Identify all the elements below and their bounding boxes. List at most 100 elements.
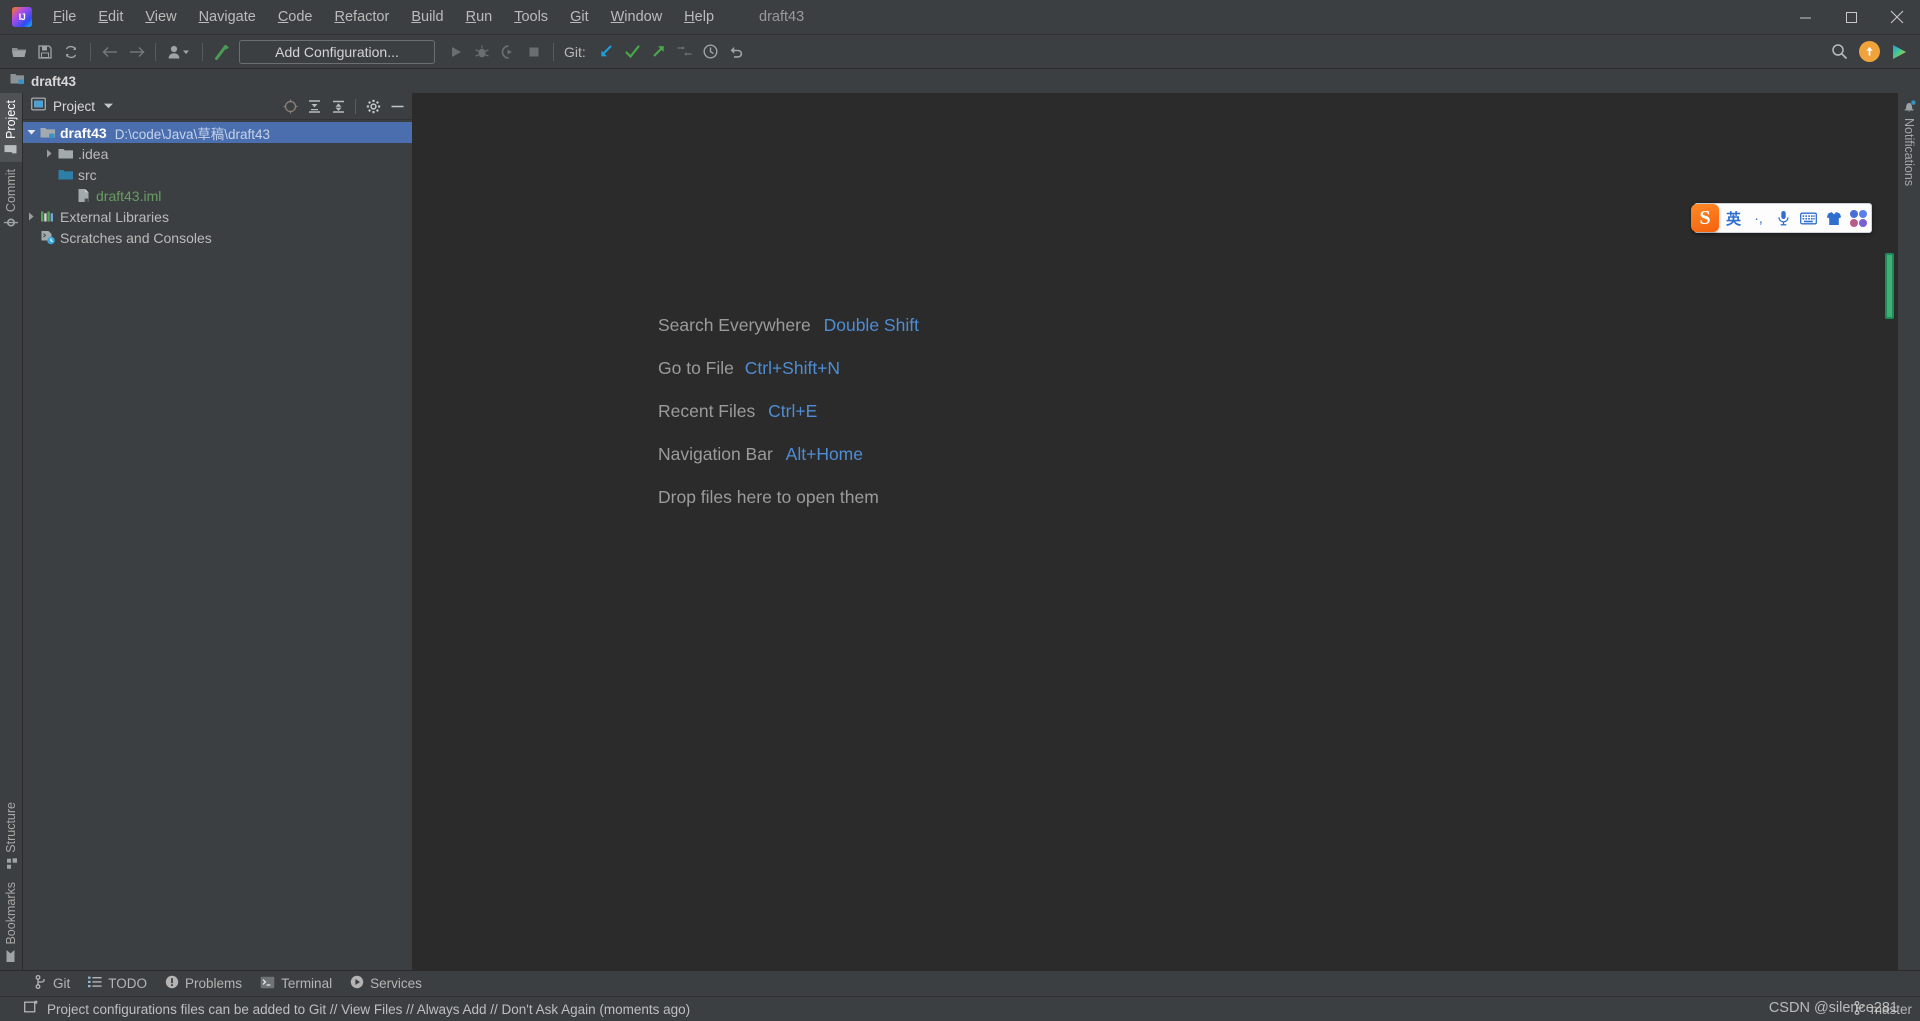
save-all-icon[interactable] [32, 39, 58, 65]
tree-row[interactable]: .idea [23, 143, 412, 164]
sogou-ime-toolbar: S 英 ·, [1691, 203, 1872, 233]
chevron-down-icon[interactable] [103, 97, 114, 115]
menu-refactor[interactable]: Refactor [324, 5, 401, 29]
tree-row[interactable]: External Libraries [23, 206, 412, 227]
status-message[interactable]: Project configurations files can be adde… [47, 1002, 690, 1017]
tool-window-todo-label: TODO [108, 976, 148, 991]
hint-action: Search Everywhere [658, 315, 811, 335]
menu-build[interactable]: Build [400, 5, 454, 29]
intellij-logo-icon [12, 7, 32, 27]
sidebar-item-commit[interactable]: Commit [0, 162, 22, 235]
menu-view[interactable]: View [134, 5, 187, 29]
menu-navigate[interactable]: Navigate [188, 5, 267, 29]
right-tool-stripe: Notifications [1897, 93, 1920, 970]
menu-git[interactable]: Git [559, 5, 600, 29]
tool-window-todo[interactable]: TODO [79, 973, 156, 994]
git-history-icon[interactable] [698, 39, 724, 65]
git-branches-icon[interactable] [672, 39, 698, 65]
tool-window-services[interactable]: Services [341, 972, 431, 995]
twisty-collapsed-icon[interactable] [23, 212, 39, 221]
ime-skin-icon[interactable] [1821, 204, 1846, 232]
tree-row[interactable]: src [23, 164, 412, 185]
ime-soft-keyboard-icon[interactable] [1796, 204, 1821, 232]
editor-error-stripe-marker[interactable] [1885, 253, 1894, 319]
tree-label: draft43 [60, 124, 107, 141]
ime-mode-english[interactable]: 英 [1721, 204, 1746, 232]
git-commit-icon[interactable] [620, 39, 646, 65]
navigate-back-icon[interactable] [97, 39, 123, 65]
toolbar-divider-2 [155, 42, 156, 61]
status-bar: Project configurations files can be adde… [0, 996, 1920, 1021]
tool-window-git[interactable]: Git [26, 972, 79, 995]
tool-window-terminal[interactable]: Terminal [251, 973, 341, 995]
code-with-me-icon[interactable] [1886, 39, 1912, 65]
tree-row[interactable]: Scratches and Consoles [23, 227, 412, 248]
git-update-project-icon[interactable] [594, 39, 620, 65]
menu-run[interactable]: Run [455, 5, 504, 29]
navigate-forward-icon[interactable] [123, 39, 149, 65]
clover-icon [1850, 209, 1867, 227]
git-branch-widget[interactable]: master [1854, 1000, 1912, 1018]
tool-window-problems[interactable]: Problems [156, 972, 251, 995]
tree-row[interactable]: draft43.iml [23, 185, 412, 206]
sidebar-item-notifications[interactable]: Notifications [1898, 93, 1920, 193]
expand-all-icon[interactable] [303, 95, 325, 117]
project-tool-window: Project draft43 D:\code\Java\草稿\draft43 … [23, 93, 413, 970]
hint-row: Search Everywhere Double Shift [658, 315, 919, 336]
close-button[interactable] [1874, 0, 1920, 35]
services-play-icon [350, 975, 364, 992]
stop-button-icon[interactable] [521, 39, 547, 65]
select-opened-file-icon[interactable] [279, 95, 301, 117]
profiler-icon[interactable] [162, 39, 196, 65]
editor-empty-area[interactable]: Search Everywhere Double Shift Go to Fil… [413, 93, 1897, 970]
left-stripe-top: Project Commit [0, 93, 22, 235]
hint-shortcut: Ctrl+Shift+N [744, 358, 841, 378]
git-push-icon[interactable] [646, 39, 672, 65]
hide-panel-icon[interactable] [386, 95, 408, 117]
menu-help[interactable]: Help [673, 5, 725, 29]
maximize-button[interactable] [1828, 0, 1874, 35]
build-project-icon[interactable] [209, 39, 235, 65]
navigation-bar: draft43 [0, 69, 1920, 93]
sogou-logo-icon[interactable]: S [1691, 204, 1719, 232]
search-icon[interactable] [1826, 39, 1852, 65]
status-bar-right: master [1854, 1000, 1912, 1018]
ime-toolbox-icon[interactable] [1846, 204, 1871, 232]
git-branch-icon [1854, 1000, 1866, 1018]
sidebar-item-bookmarks[interactable]: Bookmarks [0, 875, 22, 970]
run-with-coverage-icon[interactable] [495, 39, 521, 65]
git-rollback-icon[interactable] [724, 39, 750, 65]
toolbar-divider-3 [202, 42, 203, 61]
menu-tools[interactable]: Tools [503, 5, 559, 29]
menu-window[interactable]: Window [600, 5, 674, 29]
run-configuration-selector[interactable]: Add Configuration... [239, 39, 435, 64]
reload-from-disk-icon[interactable] [58, 39, 84, 65]
sidebar-item-structure[interactable]: Structure [0, 795, 22, 876]
problems-icon [165, 975, 179, 992]
menu-edit[interactable]: Edit [87, 5, 134, 29]
debug-button-icon[interactable] [469, 39, 495, 65]
project-panel-title[interactable]: Project [53, 99, 95, 114]
tool-window-terminal-label: Terminal [281, 976, 333, 991]
gear-icon[interactable] [362, 95, 384, 117]
tree-row[interactable]: draft43 D:\code\Java\草稿\draft43 [23, 122, 412, 143]
ime-punctuation[interactable]: ·, [1746, 204, 1771, 232]
todo-list-icon [88, 976, 102, 991]
navbar-project-name[interactable]: draft43 [31, 74, 76, 89]
menu-bar: File Edit View Navigate Code Refactor Bu… [42, 5, 725, 29]
run-button-icon[interactable] [443, 39, 469, 65]
open-project-icon[interactable] [6, 39, 32, 65]
project-panel-actions [279, 95, 408, 117]
minimize-button[interactable] [1782, 0, 1828, 35]
left-tool-stripe: Project Commit Structure Bookmarks [0, 93, 23, 970]
twisty-collapsed-icon[interactable] [41, 149, 57, 158]
ide-updates-icon[interactable] [1856, 39, 1882, 65]
menu-code[interactable]: Code [267, 5, 324, 29]
sidebar-item-project[interactable]: Project [0, 93, 22, 162]
collapse-all-icon[interactable] [327, 95, 349, 117]
event-log-icon[interactable] [24, 1000, 38, 1019]
libraries-icon [39, 210, 56, 223]
ime-voice-input-icon[interactable] [1771, 204, 1796, 232]
twisty-expanded-icon[interactable] [23, 129, 39, 136]
menu-file[interactable]: File [42, 5, 87, 29]
